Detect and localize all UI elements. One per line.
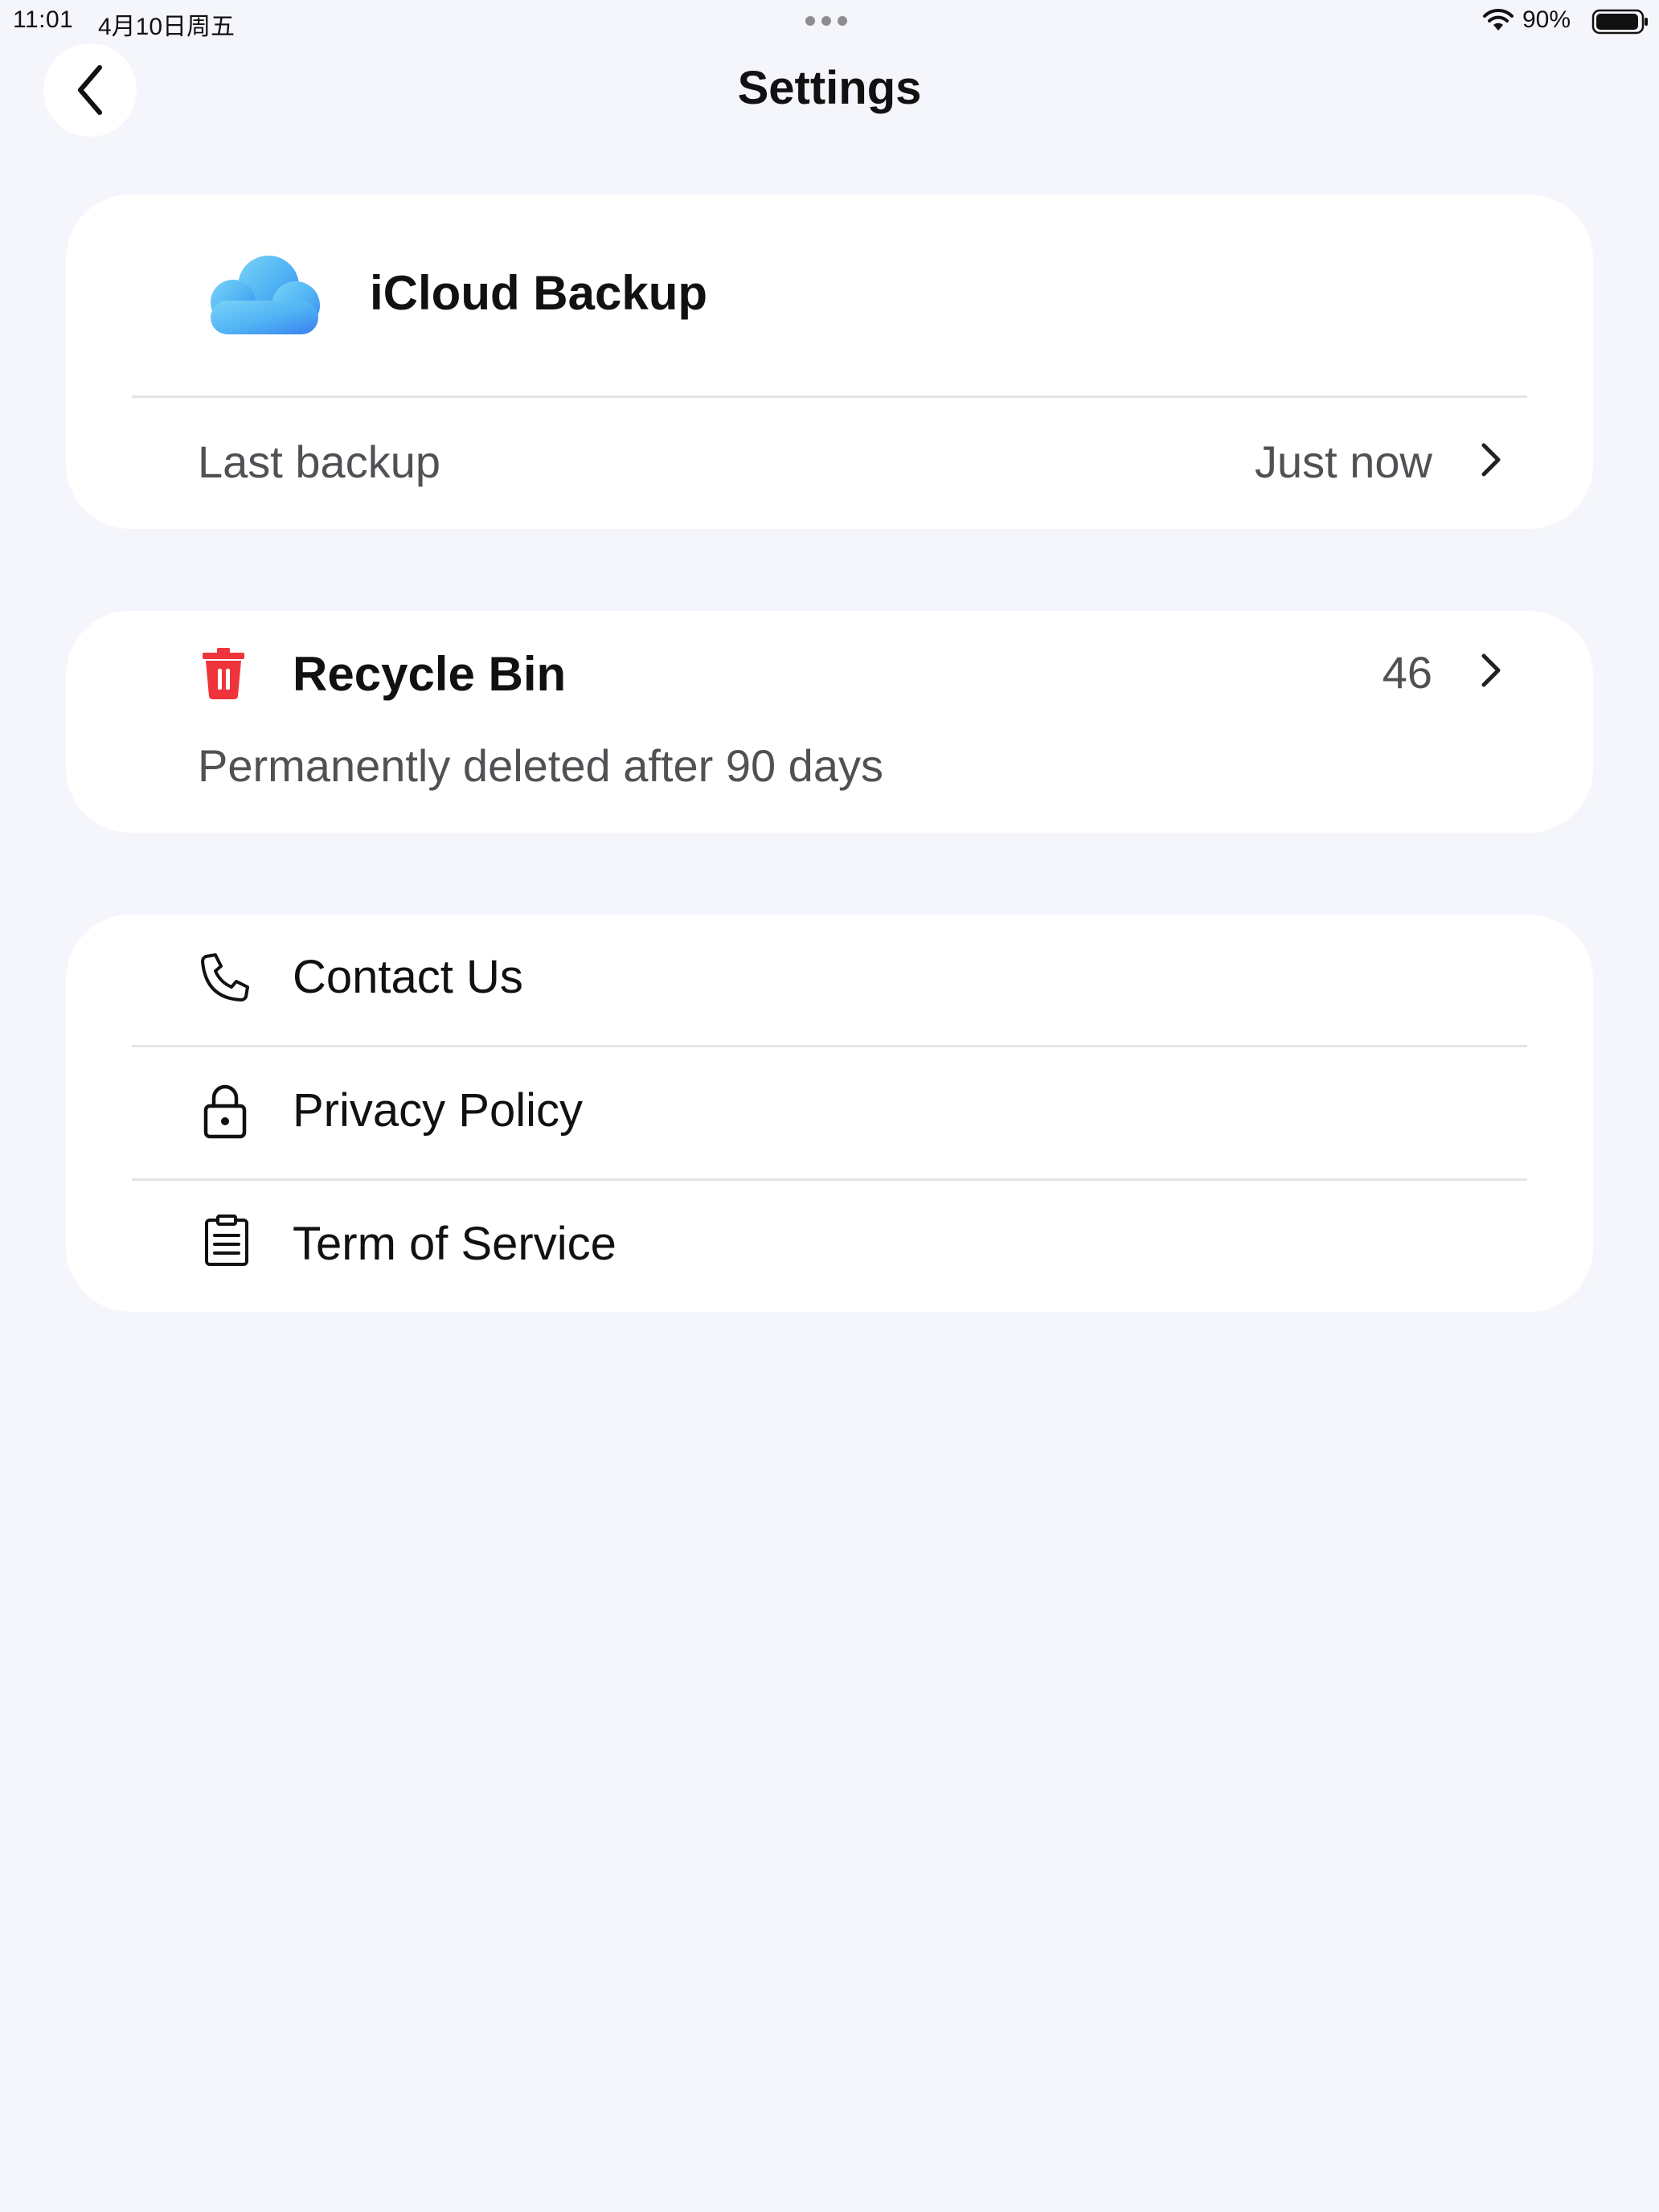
wifi-icon <box>1483 8 1514 31</box>
recycle-bin-subtitle: Permanently deleted after 90 days <box>198 740 883 791</box>
battery-icon <box>1591 9 1648 35</box>
recycle-bin-count: 46 <box>1382 647 1432 698</box>
multitasking-dots-icon[interactable] <box>805 16 847 26</box>
clipboard-icon <box>205 1215 248 1266</box>
icloud-icon <box>211 256 320 334</box>
icloud-backup-card: iCloud Backup Last backup Just now <box>66 195 1593 529</box>
last-backup-label: Last backup <box>198 436 440 487</box>
divider <box>132 395 1527 398</box>
divider <box>132 1045 1527 1047</box>
lock-icon <box>203 1084 247 1139</box>
icloud-backup-title: iCloud Backup <box>370 266 708 320</box>
battery-percentage: 90% <box>1522 6 1571 33</box>
page-title: Settings <box>737 62 922 114</box>
chevron-right-icon <box>1481 653 1501 687</box>
chevron-right-icon <box>1481 443 1501 477</box>
term-of-service-label: Term of Service <box>293 1218 616 1270</box>
status-time: 11:01 <box>13 6 74 33</box>
status-bar: 11:01 4月10日周五 90% <box>0 0 1659 45</box>
divider <box>132 1178 1527 1181</box>
links-card: Contact Us Privacy Policy Term of Servic… <box>66 915 1593 1312</box>
privacy-policy-label: Privacy Policy <box>293 1084 583 1137</box>
status-date: 4月10日周五 <box>98 14 236 40</box>
privacy-policy-row[interactable]: Privacy Policy <box>66 1048 1593 1178</box>
last-backup-value: Just now <box>1255 436 1432 487</box>
last-backup-row[interactable]: Last backup Just now <box>66 400 1593 529</box>
contact-us-label: Contact Us <box>293 951 523 1003</box>
phone-icon <box>201 953 249 1002</box>
term-of-service-row[interactable]: Term of Service <box>66 1182 1593 1312</box>
recycle-bin-title: Recycle Bin <box>293 647 567 701</box>
trash-icon <box>203 648 244 699</box>
contact-us-row[interactable]: Contact Us <box>66 915 1593 1043</box>
recycle-bin-card[interactable]: Recycle Bin 46 Permanently deleted after… <box>66 611 1593 833</box>
